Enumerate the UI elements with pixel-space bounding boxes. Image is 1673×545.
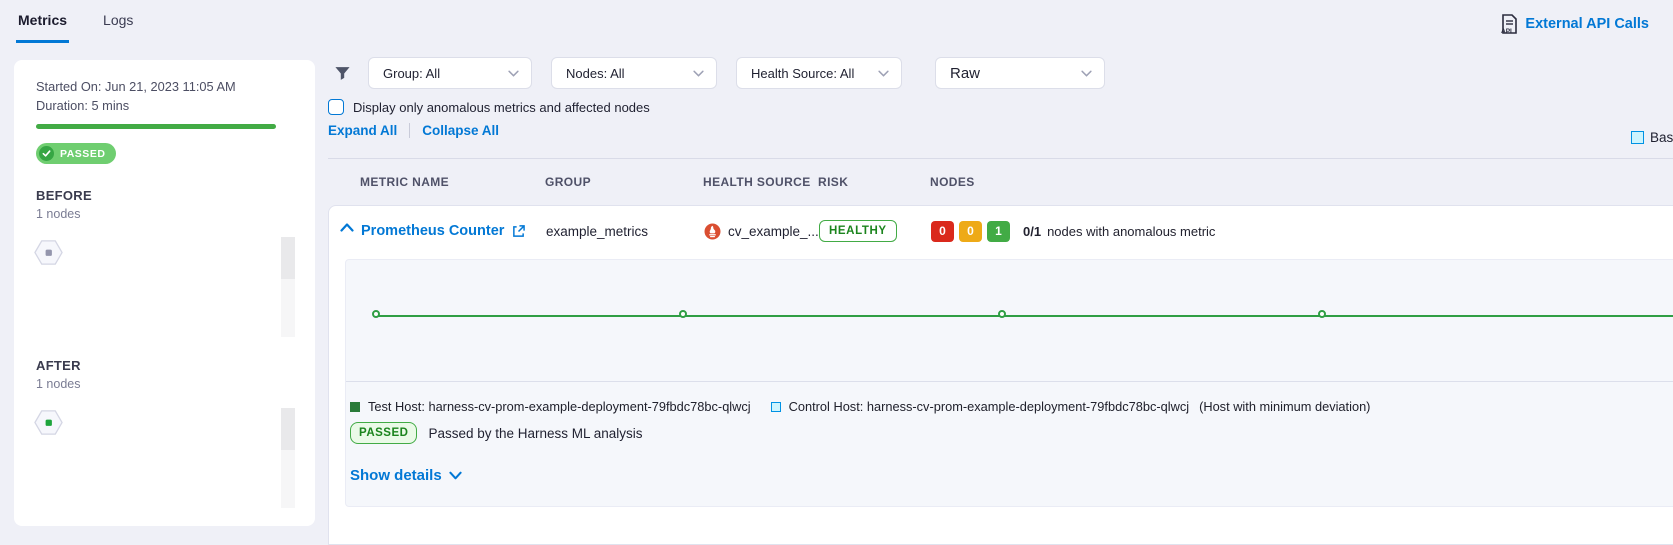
- after-node-hexagon[interactable]: [33, 407, 64, 438]
- anomalous-count-red: 0: [931, 221, 954, 242]
- chevron-down-icon: [693, 70, 704, 77]
- analysis-result-row: PASSED Passed by the Harness ML analysis: [350, 422, 643, 444]
- started-on-text: Started On: Jun 21, 2023 11:05 AM: [36, 77, 236, 96]
- collapse-row-chevron-icon[interactable]: [340, 223, 354, 232]
- collapse-all-link[interactable]: Collapse All: [422, 123, 499, 138]
- before-node-count: 1 nodes: [36, 207, 80, 221]
- metric-name-link[interactable]: Prometheus Counter: [361, 223, 546, 239]
- chart-data-point-marker[interactable]: [372, 310, 380, 318]
- metric-group-cell: example_metrics: [546, 224, 704, 239]
- metrics-main-area: Group: All Nodes: All Health Source: All…: [328, 0, 1673, 535]
- verification-progress-bar: [36, 124, 276, 129]
- control-host-suffix: (Host with minimum deviation): [1199, 399, 1370, 414]
- anomalous-metrics-checkbox[interactable]: [328, 99, 344, 115]
- prometheus-icon: [704, 223, 721, 240]
- legend-item-control-host: Control Host: harness-cv-prom-example-de…: [771, 399, 1371, 414]
- risk-status-badge: HEALTHY: [819, 220, 897, 242]
- health-source-cell: cv_example_...: [704, 223, 819, 240]
- baseline-legend-label: Base: [1650, 130, 1673, 145]
- verification-status-badge: PASSED: [36, 143, 116, 164]
- view-mode-value: Raw: [950, 65, 980, 82]
- control-host-swatch-icon: [771, 402, 781, 412]
- col-header-metric-name: METRIC NAME: [360, 175, 545, 189]
- analysis-status-badge: PASSED: [350, 422, 417, 444]
- chart-legend: Test Host: harness-cv-prom-example-deplo…: [350, 399, 1370, 414]
- scrollbar-thumb[interactable]: [281, 237, 295, 279]
- metric-row-header[interactable]: Prometheus Counter example_metrics cv_ex…: [329, 206, 1673, 256]
- baseline-swatch-icon: [1631, 131, 1644, 144]
- duration-text: Duration: 5 mins: [36, 96, 236, 115]
- col-header-nodes: NODES: [930, 175, 1673, 189]
- chevron-down-icon: [508, 70, 519, 77]
- chevron-down-icon: [449, 471, 462, 480]
- nodes-ratio: 0/1: [1023, 224, 1041, 239]
- col-header-group: GROUP: [545, 175, 703, 189]
- metric-row-card: Prometheus Counter example_metrics cv_ex…: [328, 205, 1673, 545]
- scrollbar-thumb[interactable]: [281, 408, 295, 450]
- nodes-filter-value: Nodes: All: [566, 66, 625, 81]
- after-node-count: 1 nodes: [36, 377, 80, 391]
- test-host-label: Test Host: harness-cv-prom-example-deplo…: [368, 399, 751, 414]
- chart-data-point-marker[interactable]: [1318, 310, 1326, 318]
- divider: [409, 123, 410, 138]
- nodes-cell: 0 0 1 0/1 nodes with anomalous metric: [931, 221, 1673, 242]
- health-source-filter-dropdown[interactable]: Health Source: All: [736, 57, 902, 89]
- nodes-filter-dropdown[interactable]: Nodes: All: [551, 57, 717, 89]
- before-node-hexagon[interactable]: [33, 237, 64, 268]
- tab-logs[interactable]: Logs: [101, 10, 135, 43]
- verification-meta: Started On: Jun 21, 2023 11:05 AM Durati…: [36, 77, 236, 115]
- tab-metrics[interactable]: Metrics: [16, 10, 69, 43]
- test-host-swatch-icon: [350, 402, 360, 412]
- verification-summary-card: Started On: Jun 21, 2023 11:05 AM Durati…: [14, 60, 315, 526]
- chevron-down-icon: [1081, 70, 1092, 77]
- view-tabs: Metrics Logs: [16, 10, 135, 43]
- healthy-count-green: 1: [987, 221, 1010, 242]
- verification-status-label: PASSED: [60, 148, 105, 160]
- chart-x-axis: [346, 381, 1673, 382]
- col-header-health-source: HEALTH SOURCE: [703, 175, 818, 189]
- analysis-status-text: Passed by the Harness ML analysis: [428, 426, 642, 441]
- metric-chart-panel: Test Host: harness-cv-prom-example-deplo…: [345, 259, 1673, 507]
- filter-row: Group: All Nodes: All Health Source: All…: [332, 57, 1124, 89]
- filter-icon: [334, 65, 351, 82]
- show-details-link[interactable]: Show details: [350, 467, 462, 484]
- risk-cell: HEALTHY: [819, 220, 931, 242]
- chart-data-point-marker[interactable]: [998, 310, 1006, 318]
- external-link-icon: [512, 225, 525, 238]
- expand-collapse-row: Expand All Collapse All: [328, 123, 499, 138]
- show-details-label: Show details: [350, 467, 442, 484]
- view-mode-dropdown[interactable]: Raw: [935, 57, 1105, 89]
- anomalous-filter-row: Display only anomalous metrics and affec…: [328, 99, 650, 115]
- table-header-row: METRIC NAME GROUP HEALTH SOURCE RISK NOD…: [328, 159, 1673, 205]
- anomalous-count-orange: 0: [959, 221, 982, 242]
- health-source-filter-value: Health Source: All: [751, 66, 854, 81]
- legend-item-test-host: Test Host: harness-cv-prom-example-deplo…: [350, 399, 751, 414]
- col-header-risk: RISK: [818, 175, 930, 189]
- control-host-label: Control Host: harness-cv-prom-example-de…: [789, 399, 1189, 414]
- baseline-legend: Base: [1631, 130, 1673, 145]
- chart-series-line: [377, 315, 1673, 317]
- metric-chart[interactable]: [346, 260, 1673, 381]
- before-list-scrollbar[interactable]: [281, 237, 295, 337]
- expand-all-link[interactable]: Expand All: [328, 123, 397, 138]
- check-circle-icon: [39, 146, 54, 161]
- after-section-title: AFTER: [36, 358, 81, 373]
- after-list-scrollbar[interactable]: [281, 408, 295, 508]
- before-section-title: BEFORE: [36, 188, 92, 203]
- metric-name-text: Prometheus Counter: [361, 223, 504, 239]
- anomalous-metrics-checkbox-label[interactable]: Display only anomalous metrics and affec…: [353, 100, 650, 115]
- health-source-name: cv_example_...: [728, 224, 819, 239]
- group-filter-value: Group: All: [383, 66, 440, 81]
- group-filter-dropdown[interactable]: Group: All: [368, 57, 532, 89]
- nodes-summary-text: nodes with anomalous metric: [1047, 224, 1215, 239]
- chevron-down-icon: [878, 70, 889, 77]
